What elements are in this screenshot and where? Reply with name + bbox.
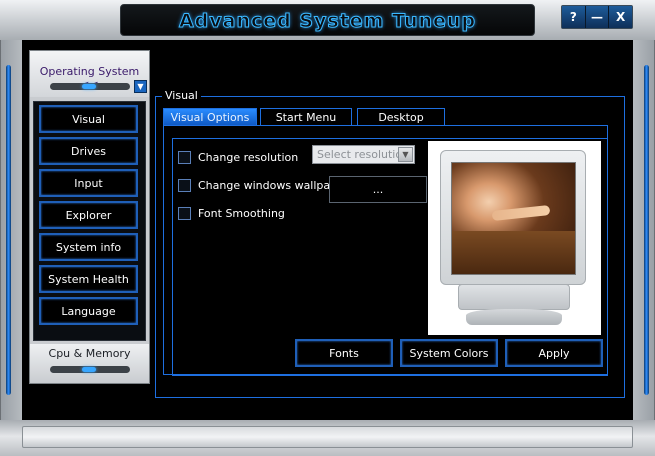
sidebar-item-system-info[interactable]: System info [39,233,138,261]
os-slider-track [50,83,130,90]
sidebar: Operating System << ▼ Visual Drives Inpu… [29,50,150,384]
operating-system-section[interactable]: Operating System << ▼ [30,51,149,97]
os-slider-knob [82,84,96,89]
preview-table [452,231,575,274]
sidebar-nav: Visual Drives Input Explorer System info… [33,101,146,341]
chevron-down-icon[interactable]: ▼ [398,147,413,162]
right-glow-bar [644,65,649,395]
sidebar-item-system-health[interactable]: System Health [39,265,138,293]
title-plate: Advanced System Tuneup [120,4,535,36]
bottom-plate [22,426,633,448]
change-wallpaper-checkbox[interactable] [178,179,191,192]
sidebar-item-language[interactable]: Language [39,297,138,325]
resolution-select[interactable]: Select resolution ▼ [312,145,415,164]
change-wallpaper-label: Change windows wallpaper [198,179,349,192]
resolution-select-placeholder: Select resolution [317,148,410,161]
sidebar-item-explorer[interactable]: Explorer [39,201,138,229]
change-resolution-checkbox[interactable] [178,151,191,164]
tab-visual-options-label: Visual Options [170,111,250,124]
collapse-icon[interactable]: ▼ [134,80,147,93]
monitor-icon [440,150,586,285]
preview-finger [491,204,551,222]
font-smoothing-checkbox[interactable] [178,207,191,220]
tab-desktop[interactable]: Desktop [357,108,445,126]
sidebar-item-visual[interactable]: Visual [39,105,138,133]
title-bar: Advanced System Tuneup ? — X [0,0,655,40]
wallpaper-preview [428,141,601,335]
window-title: Advanced System Tuneup [178,10,477,33]
tab-visual-options[interactable]: Visual Options [163,108,257,126]
tab-start-menu[interactable]: Start Menu [260,108,352,126]
preview-screen [451,162,576,275]
close-button[interactable]: X [609,6,633,28]
cpu-memory-label: Cpu & Memory [48,347,131,360]
browse-wallpaper-button[interactable]: ... [329,176,427,203]
sidebar-item-drives[interactable]: Drives [39,137,138,165]
cpu-slider-track [50,366,130,373]
group-title: Visual [162,89,201,102]
sidebar-item-input[interactable]: Input [39,169,138,197]
tab-start-menu-label: Start Menu [275,111,337,124]
tab-desktop-label: Desktop [378,111,424,124]
fonts-button[interactable]: Fonts [295,339,393,367]
monitor-stand [466,309,562,325]
font-smoothing-label: Font Smoothing [198,207,285,220]
change-resolution-label: Change resolution [198,151,299,164]
apply-button[interactable]: Apply [505,339,603,367]
minimize-button[interactable]: — [585,6,610,28]
cpu-slider-knob [82,367,96,372]
help-button[interactable]: ? [562,6,586,28]
monitor-base [458,284,570,310]
window-controls: ? — X [561,5,633,29]
system-colors-button[interactable]: System Colors [400,339,498,367]
left-glow-bar [6,65,11,395]
cpu-memory-section[interactable]: Cpu & Memory [30,344,149,383]
